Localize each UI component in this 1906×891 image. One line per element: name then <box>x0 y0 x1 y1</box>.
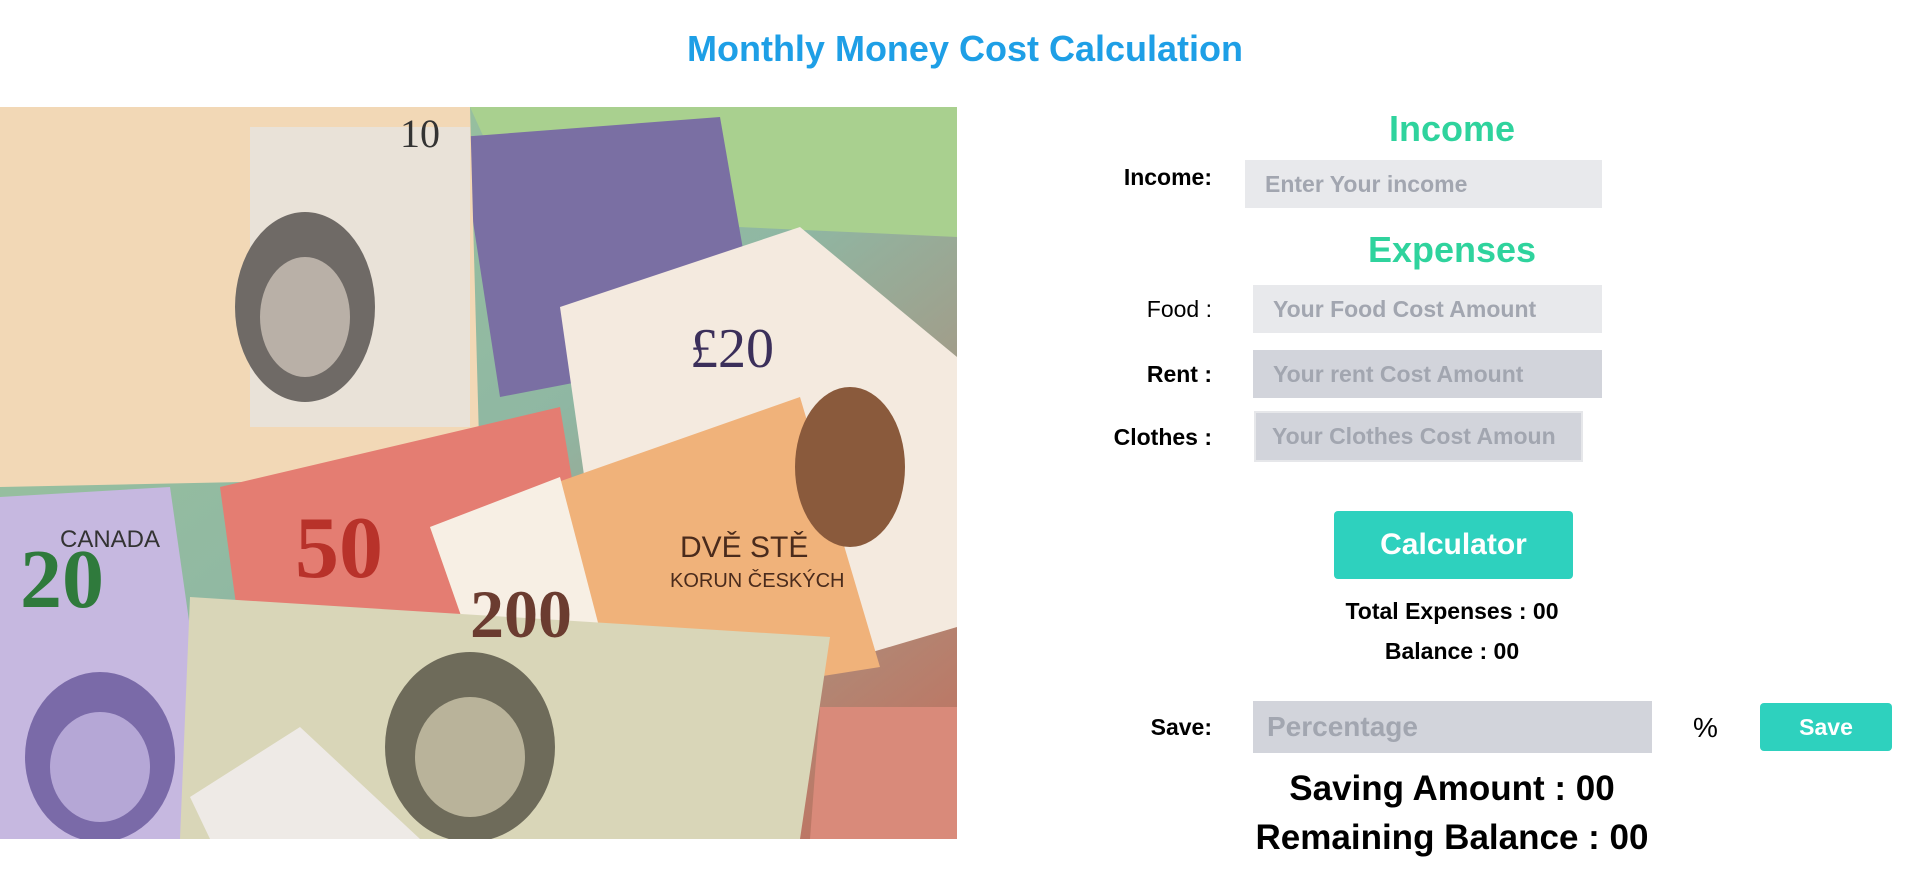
calculator-button[interactable]: Calculator <box>1334 511 1573 579</box>
income-input[interactable] <box>1245 160 1602 208</box>
banknote-20-text: £20 <box>690 318 774 380</box>
food-cost-input[interactable] <box>1253 285 1602 333</box>
percent-symbol: % <box>1693 712 1718 743</box>
rent-label: Rent : <box>1146 361 1212 387</box>
remaining-balance-text: Remaining Balance : 00 <box>1255 818 1649 857</box>
korun-ceskych-text: KORUN ČESKÝCH <box>670 569 844 592</box>
save-button[interactable]: Save <box>1760 703 1892 751</box>
income-label: Income: <box>1123 164 1212 190</box>
save-percentage-input[interactable] <box>1253 701 1652 753</box>
clothes-cost-input[interactable] <box>1254 411 1583 462</box>
balance-text: Balance : 00 <box>1384 638 1520 664</box>
dve-ste-text: DVĚ STĚ <box>680 531 808 564</box>
page-title: Monthly Money Cost Calculation <box>686 28 1243 69</box>
banknote-50-text: 50 <box>295 500 383 597</box>
banknote-20-green-text: 20 <box>20 533 104 626</box>
total-expenses-text: Total Expenses : 00 <box>1345 598 1559 624</box>
money-banknotes-image: CANADA 200 50 £20 DVĚ STĚ KORUN ČESKÝCH … <box>0 107 957 839</box>
clothes-label: Clothes : <box>1113 424 1212 450</box>
food-label: Food : <box>1146 296 1212 322</box>
banknote-200-text: 200 <box>470 576 572 652</box>
banknote-10-text: 10 <box>400 111 440 156</box>
income-heading: Income <box>1388 108 1516 149</box>
banknotes-illustration: CANADA 200 50 £20 DVĚ STĚ KORUN ČESKÝCH … <box>0 107 957 839</box>
save-label: Save: <box>1150 714 1212 740</box>
rent-cost-input[interactable] <box>1253 350 1602 398</box>
expenses-heading: Expenses <box>1367 229 1537 270</box>
saving-amount-text: Saving Amount : 00 <box>1289 769 1615 808</box>
